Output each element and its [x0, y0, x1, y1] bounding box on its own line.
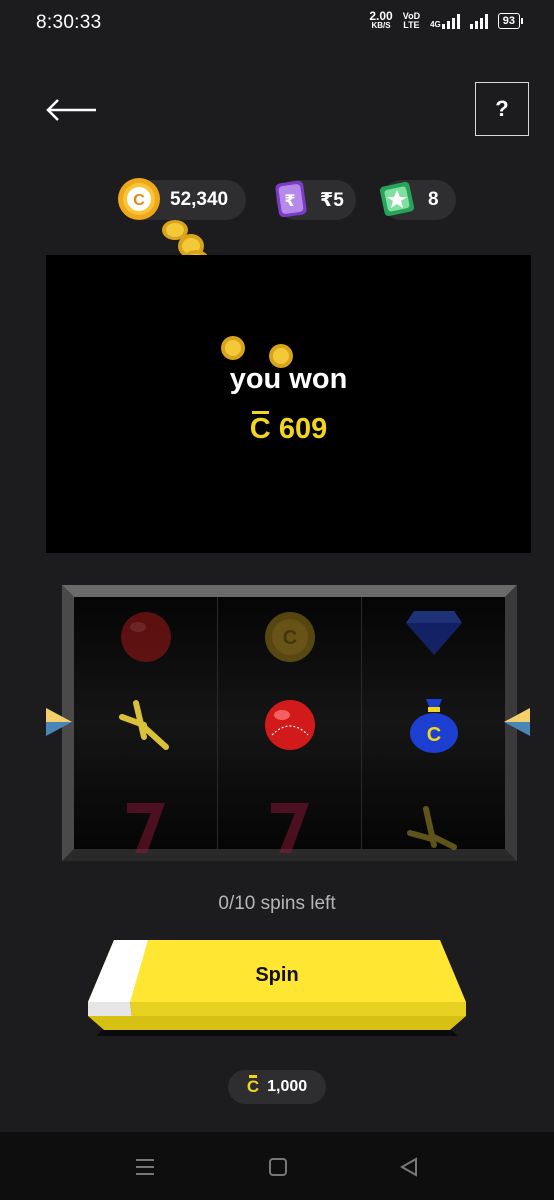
reel-pointer-left-icon: [46, 708, 72, 736]
coins-balance[interactable]: C 52,340: [118, 178, 246, 220]
spin-cost: C 1,000: [228, 1070, 326, 1104]
seven-icon: [126, 803, 165, 853]
status-icons: 2.00 KB/S VoD LTE 4G 93: [369, 9, 524, 30]
win-panel: you won C 609: [46, 255, 531, 553]
reel-pointer-right-icon: [504, 708, 530, 736]
signal-icon: [469, 13, 488, 29]
battery-level: 93: [502, 15, 515, 27]
svg-text:₹: ₹: [284, 191, 295, 210]
money-bag-icon: C: [409, 699, 458, 753]
back-nav-icon[interactable]: [398, 1156, 420, 1178]
volte-indicator: VoD LTE: [403, 12, 420, 30]
signal-4g-icon: 4G: [430, 13, 460, 29]
volte-bottom: LTE: [403, 20, 420, 30]
svg-text:C: C: [282, 627, 296, 649]
win-amount: C 609: [46, 411, 531, 446]
net-speed: 2.00 KB/S: [369, 9, 393, 30]
system-nav-bar: [0, 1132, 554, 1200]
network-type: 4G: [430, 19, 441, 29]
ticket-icon: [379, 181, 415, 217]
seven-icon: [270, 803, 309, 853]
win-amount-value: 609: [278, 413, 328, 445]
flying-coin-icon: [221, 336, 245, 360]
coin-currency-icon: C: [246, 1075, 260, 1096]
menu-icon[interactable]: [134, 1156, 156, 1178]
reels: C C: [74, 597, 505, 853]
back-button[interactable]: [44, 92, 100, 128]
bat-icon: [118, 700, 169, 750]
coin-currency-icon: C: [249, 411, 271, 445]
spin-label: Spin: [255, 964, 299, 986]
win-title: you won: [229, 363, 348, 395]
spins-left-text: 0/10 spins left: [218, 893, 336, 914]
help-label: ?: [495, 96, 509, 121]
cricket-ball-icon: [120, 612, 171, 662]
status-time: 8:30:33: [36, 12, 102, 33]
cricket-ball-icon: [264, 700, 315, 750]
gem-icon: [405, 611, 462, 655]
net-speed-value: 2.00: [369, 9, 393, 23]
spin-button-shape: [88, 940, 466, 1036]
cash-value: ₹5: [320, 189, 344, 211]
svg-text:C: C: [426, 724, 440, 746]
net-speed-unit: KB/S: [371, 21, 391, 30]
spin-button[interactable]: Spin: [86, 938, 468, 1036]
arrow-left-icon: [46, 99, 96, 121]
slot-machine: C C: [62, 585, 517, 861]
home-icon[interactable]: [267, 1156, 289, 1178]
spin-cost-value: 1,000: [267, 1078, 308, 1095]
coins-value: 52,340: [170, 189, 229, 210]
help-button[interactable]: ?: [475, 82, 529, 136]
status-bar: 8:30:33 2.00 KB/S VoD LTE 4G 93: [0, 0, 554, 50]
svg-text:C: C: [133, 192, 145, 209]
cash-balance[interactable]: ₹ ₹5: [275, 180, 356, 220]
tickets-value: 8: [428, 189, 439, 210]
tickets-balance[interactable]: 8: [379, 180, 456, 220]
battery-icon: 93: [497, 13, 524, 29]
coin-icon: C: [118, 178, 160, 220]
reel-1: [74, 597, 218, 853]
bat-icon: [406, 806, 457, 850]
coin-icon: C: [264, 612, 315, 662]
reel-2: C: [218, 597, 362, 853]
cash-wallet-icon: ₹: [275, 180, 307, 218]
reel-3: C: [362, 597, 505, 850]
